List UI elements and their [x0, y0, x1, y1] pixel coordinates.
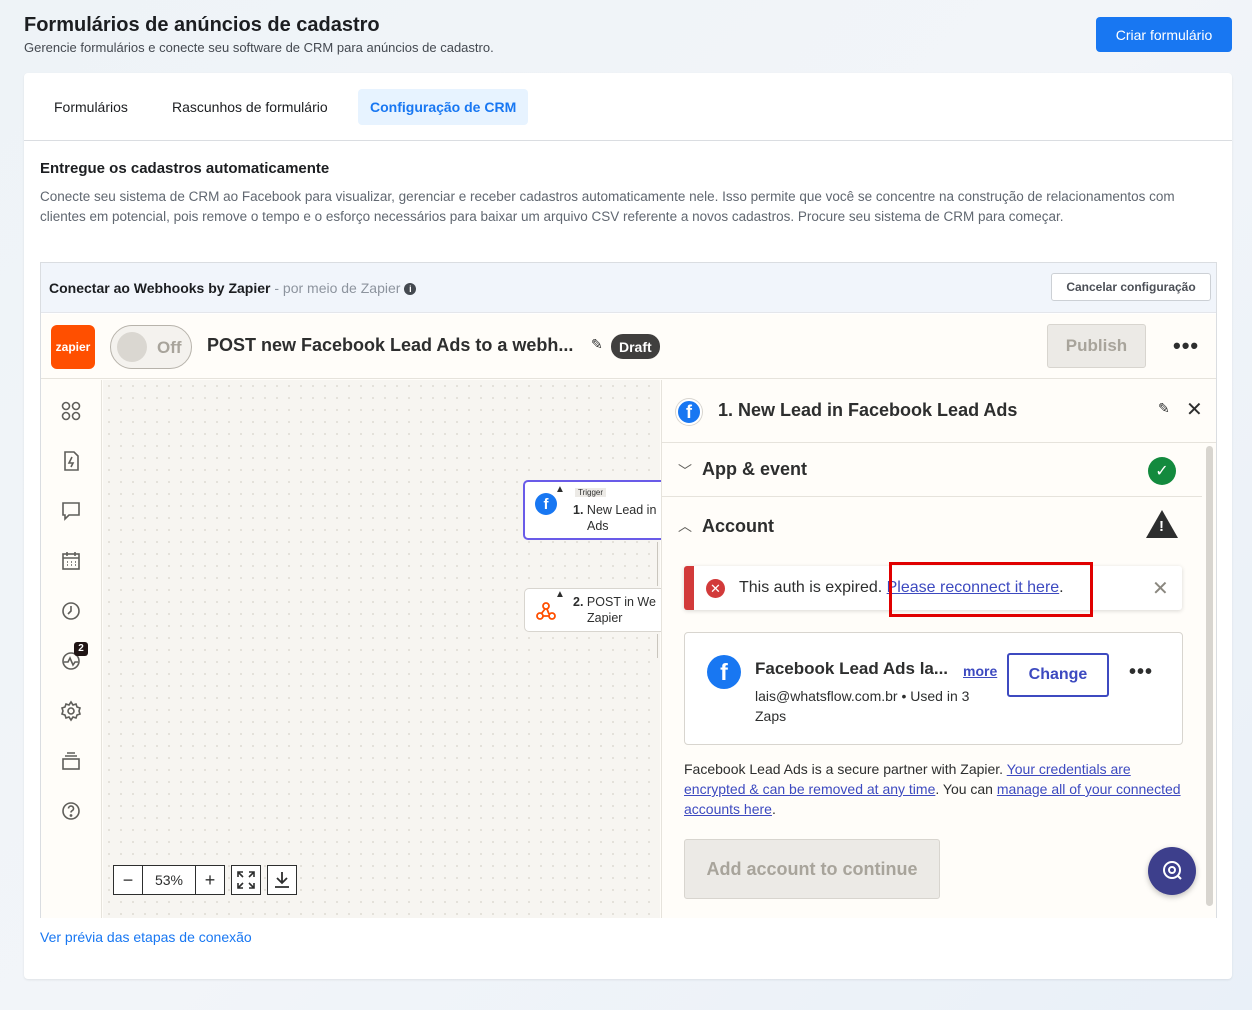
- section-description: Conecte seu sistema de CRM ao Facebook p…: [40, 189, 1175, 224]
- more-options-icon[interactable]: •••: [1173, 333, 1199, 359]
- zap-toolbar: zapier Off POST new Facebook Lead Ads to…: [41, 314, 1216, 379]
- node2-number: 2.: [573, 595, 584, 609]
- publish-button[interactable]: Publish: [1047, 324, 1146, 368]
- zoom-in-button[interactable]: +: [195, 865, 225, 895]
- add-account-button[interactable]: Add account to continue: [684, 839, 940, 899]
- help-question-icon[interactable]: [60, 800, 82, 822]
- change-account-button[interactable]: Change: [1007, 653, 1109, 697]
- chevron-down-icon: ﹀: [678, 463, 692, 479]
- page-title: Formulários de anúncios de cadastro: [24, 14, 380, 36]
- app-event-label: App & event: [702, 459, 808, 479]
- error-icon: ✕: [706, 579, 725, 598]
- step-account[interactable]: ︿ Account !: [662, 498, 1202, 554]
- warning-icon: ▲: [555, 484, 565, 495]
- zapier-editor: zapier Off POST new Facebook Lead Ads to…: [41, 314, 1216, 918]
- success-check-icon: ✓: [1148, 457, 1176, 485]
- section-title: Entregue os cadastros automaticamente: [40, 160, 330, 177]
- account-name: Facebook Lead Ads la...: [755, 659, 949, 678]
- fit-view-icon[interactable]: [231, 865, 261, 895]
- zap-canvas[interactable]: f ▲ Trigger 1. New Lead in Ads ▲ 2. POST…: [103, 380, 674, 918]
- warning-icon: !: [1146, 510, 1178, 538]
- account-options-icon[interactable]: •••: [1129, 661, 1153, 684]
- connector-line: [657, 634, 658, 658]
- connected-account-card: f Facebook Lead Ads la... more lais@what…: [684, 632, 1183, 745]
- zap-on-off-toggle[interactable]: Off: [110, 325, 192, 369]
- tab-bar: Formulários Rascunhos de formulário Conf…: [24, 73, 1232, 141]
- dismiss-alert-icon[interactable]: ✕: [1152, 576, 1169, 601]
- chevron-up-icon: ︿: [678, 518, 692, 534]
- action-step-node[interactable]: ▲ 2. POST in We Zapier: [524, 588, 674, 632]
- step-app-event[interactable]: ﹀ App & event ✓: [662, 443, 1202, 497]
- node1-number: 1.: [573, 503, 584, 517]
- comment-icon[interactable]: [60, 500, 82, 522]
- calendar-icon[interactable]: [60, 550, 82, 572]
- crm-connect-box: Conectar ao Webhooks by Zapier - por mei…: [40, 262, 1217, 918]
- step-detail-panel: f 1. New Lead in Facebook Lead Ads ✎ ✕ ﹀…: [661, 380, 1216, 918]
- zap-name[interactable]: POST new Facebook Lead Ads to a webh...: [207, 335, 573, 356]
- draft-badge: Draft: [611, 334, 660, 359]
- tab-form-drafts[interactable]: Rascunhos de formulário: [160, 89, 340, 125]
- zap-file-icon[interactable]: [60, 450, 82, 472]
- apps-icon[interactable]: [60, 400, 82, 422]
- activity-count-badge: 2: [74, 642, 88, 656]
- webhook-icon: [536, 602, 556, 620]
- zoom-level: 53%: [143, 865, 195, 895]
- secure-text-3: .: [771, 801, 776, 817]
- panel-header: f 1. New Lead in Facebook Lead Ads ✎ ✕: [662, 380, 1216, 443]
- account-email: lais@whatsflow.com.br • Used in 3 Zaps: [755, 688, 970, 724]
- node2-line1: POST in We: [586, 595, 656, 609]
- panel-scrollbar[interactable]: [1206, 446, 1213, 906]
- cancel-setup-button[interactable]: Cancelar configuração: [1051, 273, 1211, 301]
- main-card: Formulários Rascunhos de formulário Conf…: [24, 73, 1232, 979]
- tab-forms[interactable]: Formulários: [42, 89, 140, 125]
- connect-title-name: Conectar ao Webhooks by Zapier: [49, 280, 271, 296]
- toggle-label: Off: [157, 338, 182, 357]
- left-rail: 2: [41, 380, 102, 918]
- connect-title-via: - por meio de Zapier: [270, 280, 401, 296]
- facebook-icon: f: [676, 399, 702, 425]
- edit-name-pencil-icon[interactable]: ✎: [591, 336, 603, 353]
- account-label: Account: [702, 516, 774, 536]
- download-icon[interactable]: [267, 865, 297, 895]
- info-icon[interactable]: i: [404, 283, 417, 295]
- preview-steps-link[interactable]: Ver prévia das etapas de conexão: [40, 929, 252, 945]
- connect-title: Conectar ao Webhooks by Zapier - por mei…: [49, 280, 417, 296]
- account-more-link[interactable]: more: [963, 663, 997, 679]
- connector-line: [657, 542, 658, 586]
- facebook-icon: f: [707, 655, 741, 689]
- node2-line2: Zapier: [587, 611, 623, 625]
- panel-title: 1. New Lead in Facebook Lead Ads: [718, 400, 1018, 420]
- toggle-knob: [117, 332, 147, 362]
- trigger-step-node[interactable]: f ▲ Trigger 1. New Lead in Ads: [523, 480, 673, 540]
- warning-icon: ▲: [555, 589, 565, 600]
- node1-line2: Ads: [587, 519, 609, 533]
- zoom-controls: − 53% +: [113, 865, 297, 895]
- tab-crm-setup[interactable]: Configuração de CRM: [358, 89, 529, 125]
- versions-stack-icon[interactable]: [60, 750, 82, 772]
- close-panel-icon[interactable]: ✕: [1186, 397, 1203, 422]
- secure-text-2: . You can: [935, 781, 997, 797]
- history-clock-icon[interactable]: [60, 600, 82, 622]
- trigger-tag: Trigger: [575, 488, 607, 497]
- zapier-logo[interactable]: zapier: [51, 325, 95, 369]
- zoom-out-button[interactable]: −: [113, 865, 143, 895]
- create-form-button[interactable]: Criar formulário: [1096, 17, 1232, 52]
- support-chat-icon[interactable]: [1148, 847, 1196, 895]
- settings-gear-icon[interactable]: [60, 700, 82, 722]
- highlight-box: [889, 562, 1093, 617]
- edit-step-pencil-icon[interactable]: ✎: [1158, 400, 1170, 417]
- alert-text: This auth is expired.: [739, 579, 887, 596]
- secure-text-1: Facebook Lead Ads is a secure partner wi…: [684, 761, 1007, 777]
- connect-header: Conectar ao Webhooks by Zapier - por mei…: [41, 263, 1216, 313]
- facebook-icon: f: [535, 493, 557, 515]
- page-subtitle: Gerencie formulários e conecte seu softw…: [24, 40, 494, 55]
- security-note: Facebook Lead Ads is a secure partner wi…: [684, 759, 1184, 819]
- node1-line1: New Lead in: [586, 503, 657, 517]
